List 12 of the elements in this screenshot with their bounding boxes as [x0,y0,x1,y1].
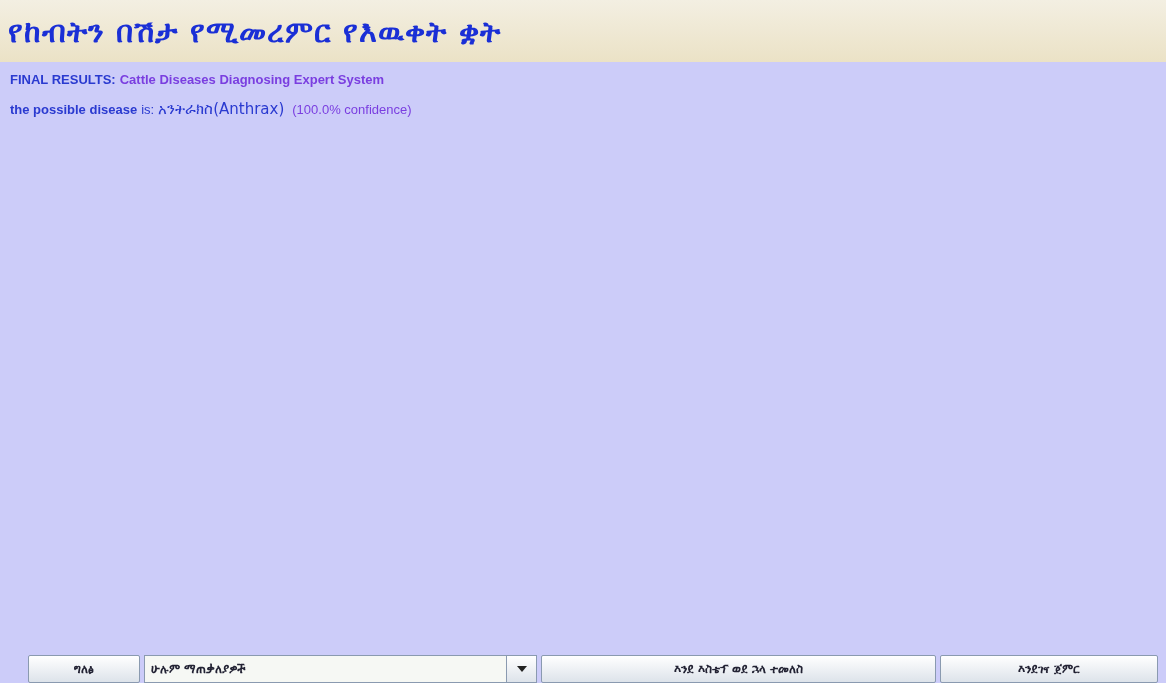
button[interactable]: ግለፅ [28,655,140,683]
disease-label: the possible disease [10,100,138,119]
window-title: የከብትን በሽታ የሚመረምር የእዉቀት ቋት [8,12,501,51]
dropdown[interactable]: ሁሉም ማጠቃለያዎች [144,655,537,683]
is-label: is: [141,100,155,119]
button[interactable]: እንደ እስቴፕ ወደ ኋላ ተመለስ [541,655,936,683]
confidence-text: (100.0% confidence) [292,100,412,119]
disease-name: አንትራክስ(Anthrax) [158,98,285,120]
results-label: FINAL RESULTS: [10,71,116,89]
caret-icon [516,666,527,672]
button[interactable]: እንደገና ጀምር [940,655,1158,683]
system-name: Cattle Diseases Diagnosing Expert System [119,71,385,89]
